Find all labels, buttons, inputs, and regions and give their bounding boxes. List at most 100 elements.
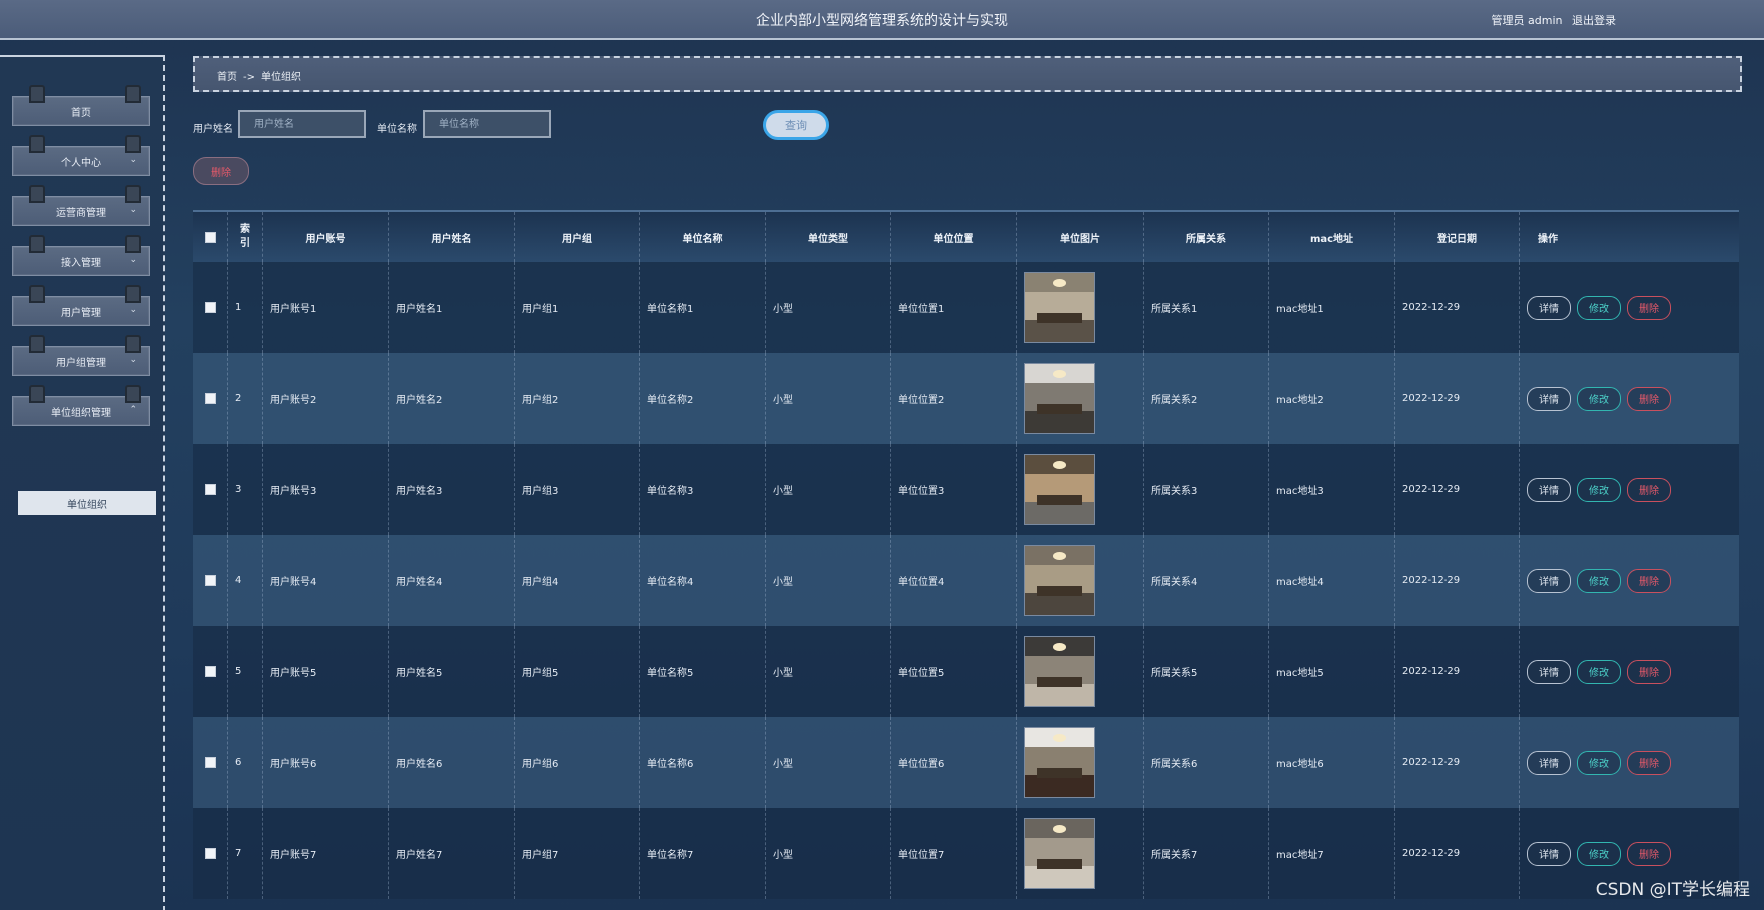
watermark: CSDN @IT学长编程 bbox=[1595, 880, 1750, 900]
delete-button[interactable]: 删除 bbox=[1627, 568, 1671, 593]
cell-group: 用户组1 bbox=[515, 262, 640, 353]
cell-name: 用户姓名1 bbox=[389, 262, 515, 353]
cell-relation: 所属关系1 bbox=[1144, 262, 1269, 353]
cell-group: 用户组6 bbox=[515, 717, 640, 808]
row-checkbox[interactable] bbox=[204, 666, 216, 677]
detail-button[interactable]: 详情 bbox=[1527, 659, 1571, 684]
logout-link[interactable]: 退出登录 bbox=[1572, 14, 1616, 27]
cell-unit-location: 单位位置7 bbox=[891, 808, 1017, 899]
row-actions: 详情 修改 删除 bbox=[1527, 659, 1671, 684]
cell-index: 1 bbox=[228, 262, 263, 353]
detail-button[interactable]: 详情 bbox=[1527, 750, 1571, 775]
sidebar-item-home[interactable]: 首页 bbox=[12, 85, 150, 126]
cell-name: 用户姓名4 bbox=[389, 535, 515, 626]
detail-button[interactable]: 详情 bbox=[1527, 477, 1571, 502]
cell-name: 用户姓名6 bbox=[389, 717, 515, 808]
cell-account: 用户账号6 bbox=[263, 717, 389, 808]
delete-button[interactable]: 删除 bbox=[1627, 659, 1671, 684]
cell-unit-name: 单位名称1 bbox=[640, 262, 766, 353]
pin-icon bbox=[29, 335, 45, 353]
pin-icon bbox=[125, 285, 141, 303]
select-all-checkbox[interactable] bbox=[204, 231, 216, 243]
header-select-all bbox=[193, 212, 228, 262]
row-checkbox[interactable] bbox=[204, 393, 216, 404]
delete-button[interactable]: 删除 bbox=[1627, 841, 1671, 866]
cell-name: 用户姓名2 bbox=[389, 353, 515, 444]
unitname-label: 单位名称 bbox=[377, 124, 417, 135]
cell-select bbox=[193, 626, 228, 717]
header-index: 索 引 bbox=[228, 212, 263, 262]
edit-button[interactable]: 修改 bbox=[1577, 568, 1621, 593]
delete-button[interactable]: 删除 bbox=[1627, 295, 1671, 320]
cell-select bbox=[193, 717, 228, 808]
cell-mac: mac地址5 bbox=[1269, 626, 1395, 717]
delete-button[interactable]: 删除 bbox=[1627, 750, 1671, 775]
delete-button[interactable]: 删除 bbox=[1627, 386, 1671, 411]
sidebar-subitem-unit-org[interactable]: 单位组织 bbox=[18, 491, 156, 515]
thumbnail-floor bbox=[1025, 592, 1094, 615]
cell-unit-name: 单位名称3 bbox=[640, 444, 766, 535]
sidebar-item-usergroup-management[interactable]: 用户组管理 ⌄ bbox=[12, 335, 150, 376]
cell-unit-image bbox=[1017, 444, 1144, 535]
breadcrumb-home[interactable]: 首页 bbox=[217, 72, 237, 83]
header-unit-image: 单位图片 bbox=[1017, 212, 1144, 262]
edit-button[interactable]: 修改 bbox=[1577, 841, 1621, 866]
sidebar-item-carrier-management[interactable]: 运营商管理 ⌄ bbox=[12, 185, 150, 226]
cell-date: 2022-12-29 bbox=[1395, 626, 1520, 717]
cell-unit-type: 小型 bbox=[766, 353, 891, 444]
row-checkbox[interactable] bbox=[204, 848, 216, 859]
row-checkbox[interactable] bbox=[204, 302, 216, 313]
thumbnail-light bbox=[1052, 551, 1067, 560]
detail-button[interactable]: 详情 bbox=[1527, 841, 1571, 866]
header-index-line: 索 bbox=[240, 224, 250, 235]
row-checkbox[interactable] bbox=[204, 757, 216, 768]
unit-image-thumbnail bbox=[1024, 636, 1095, 707]
chevron-down-icon: ⌄ bbox=[129, 155, 137, 165]
cell-mac: mac地址6 bbox=[1269, 717, 1395, 808]
row-actions: 详情 修改 删除 bbox=[1527, 841, 1671, 866]
cell-ops: 详情 修改 删除 bbox=[1520, 717, 1739, 808]
edit-button[interactable]: 修改 bbox=[1577, 477, 1621, 502]
sidebar-item-label: 单位组织管理 bbox=[51, 407, 111, 419]
cell-date: 2022-12-29 bbox=[1395, 808, 1520, 899]
sidebar: 首页 个人中心 ⌄ 运营商管理 ⌄ 接入管理 ⌄ 用户管理 ⌄ 用户组管理 ⌄ … bbox=[0, 55, 165, 910]
unitname-input[interactable] bbox=[423, 110, 551, 138]
cell-group: 用户组5 bbox=[515, 626, 640, 717]
batch-delete-button[interactable]: 删除 bbox=[193, 157, 249, 185]
thumbnail-floor bbox=[1025, 501, 1094, 524]
cell-unit-location: 单位位置1 bbox=[891, 262, 1017, 353]
delete-button[interactable]: 删除 bbox=[1627, 477, 1671, 502]
user-label: 管理员 admin bbox=[1491, 14, 1563, 27]
detail-button[interactable]: 详情 bbox=[1527, 568, 1571, 593]
detail-button[interactable]: 详情 bbox=[1527, 295, 1571, 320]
row-checkbox[interactable] bbox=[204, 575, 216, 586]
sidebar-item-personal-center[interactable]: 个人中心 ⌄ bbox=[12, 135, 150, 176]
edit-button[interactable]: 修改 bbox=[1577, 295, 1621, 320]
cell-index: 2 bbox=[228, 353, 263, 444]
sidebar-item-user-management[interactable]: 用户管理 ⌄ bbox=[12, 285, 150, 326]
cell-relation: 所属关系6 bbox=[1144, 717, 1269, 808]
edit-button[interactable]: 修改 bbox=[1577, 659, 1621, 684]
sidebar-item-label: 用户组管理 bbox=[56, 357, 106, 369]
table-row: 6 用户账号6 用户姓名6 用户组6 单位名称6 小型 单位位置6 所属关系6 mac地址6 20… bbox=[193, 717, 1739, 808]
username-input[interactable] bbox=[238, 110, 366, 138]
table-row: 3 用户账号3 用户姓名3 用户组3 单位名称3 小型 单位位置3 所属关系3 mac地址3 20… bbox=[193, 444, 1739, 535]
cell-account: 用户账号5 bbox=[263, 626, 389, 717]
cell-group: 用户组4 bbox=[515, 535, 640, 626]
row-checkbox[interactable] bbox=[204, 484, 216, 495]
header-ops: 操作 bbox=[1538, 233, 1558, 245]
cell-account: 用户账号4 bbox=[263, 535, 389, 626]
table-row: 2 用户账号2 用户姓名2 用户组2 单位名称2 小型 单位位置2 所属关系2 mac地址2 20… bbox=[193, 353, 1739, 444]
query-button[interactable]: 查询 bbox=[763, 110, 829, 140]
cell-unit-type: 小型 bbox=[766, 626, 891, 717]
edit-button[interactable]: 修改 bbox=[1577, 386, 1621, 411]
cell-select bbox=[193, 444, 228, 535]
sidebar-item-access-management[interactable]: 接入管理 ⌄ bbox=[12, 235, 150, 276]
cell-date: 2022-12-29 bbox=[1395, 353, 1520, 444]
edit-button[interactable]: 修改 bbox=[1577, 750, 1621, 775]
row-actions: 详情 修改 删除 bbox=[1527, 295, 1671, 320]
sidebar-item-unit-org-management[interactable]: 单位组织管理 ⌃ bbox=[12, 385, 150, 426]
cell-unit-type: 小型 bbox=[766, 444, 891, 535]
detail-button[interactable]: 详情 bbox=[1527, 386, 1571, 411]
cell-unit-type: 小型 bbox=[766, 535, 891, 626]
